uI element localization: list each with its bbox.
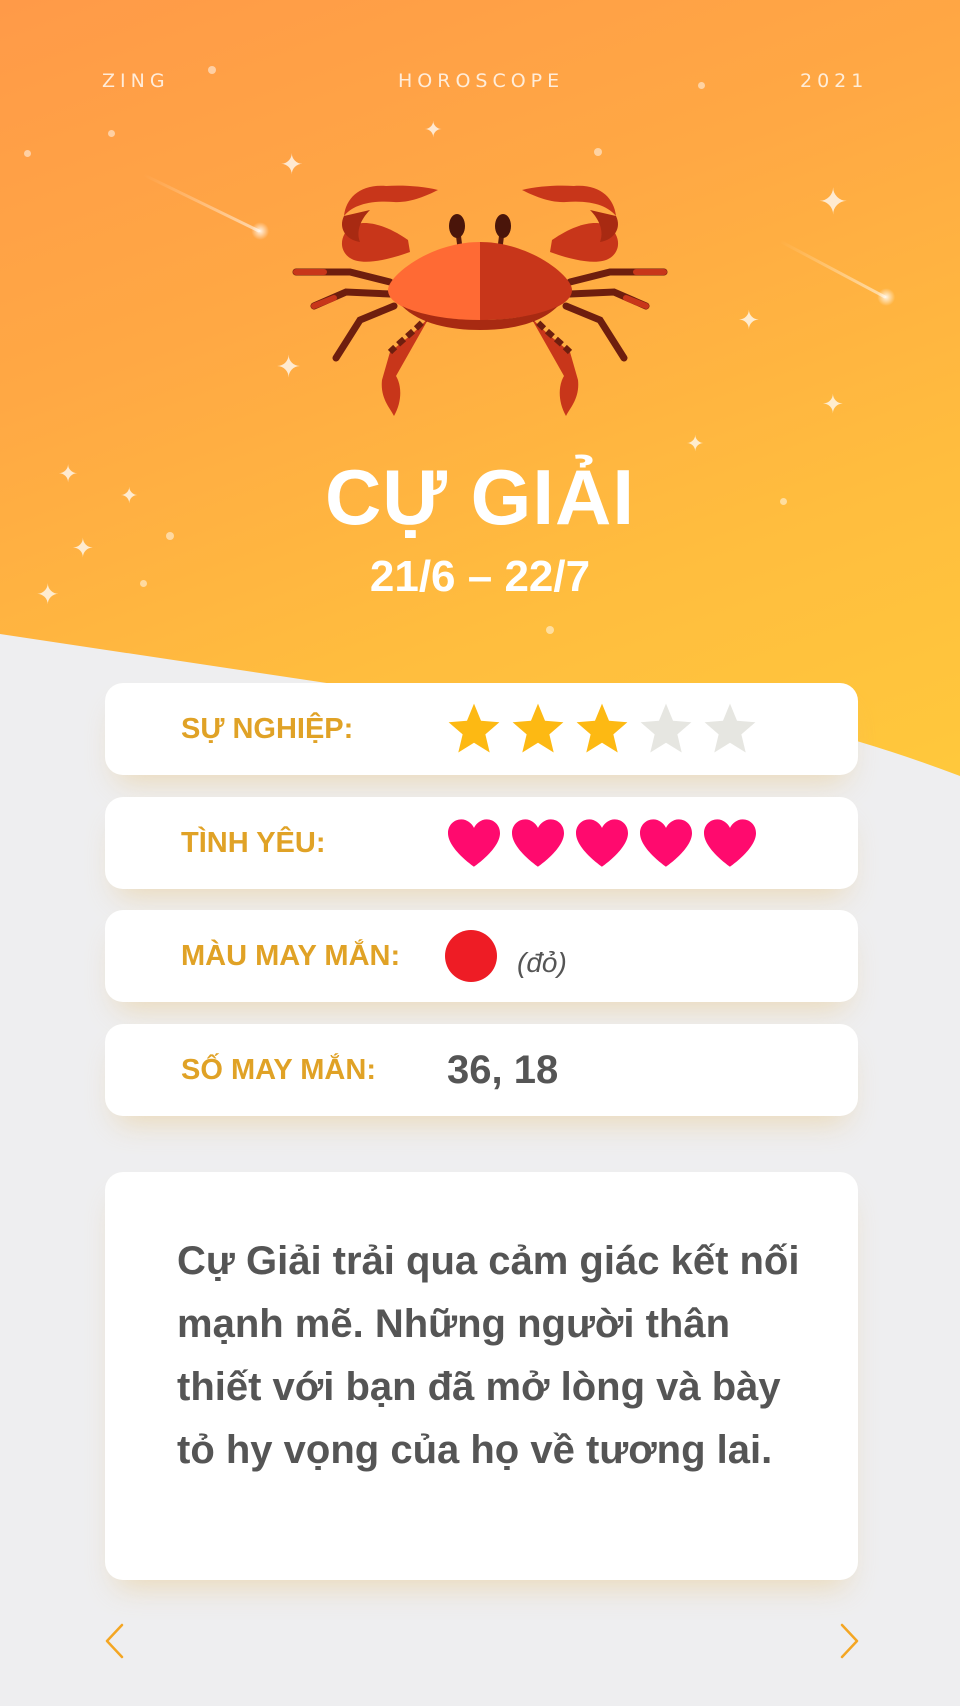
lucky-color-card: MÀU MAY MẮN: (đỏ) [105, 910, 858, 1002]
chevron-left-icon[interactable] [102, 1622, 126, 1660]
chevron-right-icon[interactable] [838, 1622, 862, 1660]
star-empty-icon [704, 703, 756, 753]
heart-icon [704, 819, 756, 867]
career-label: SỰ NGHIỆP: [181, 713, 354, 745]
star-filled-icon [448, 703, 500, 753]
section-label: HOROSCOPE [398, 70, 565, 92]
description-text: Cự Giải trải qua cảm giác kết nối mạnh m… [177, 1239, 800, 1472]
love-rating [445, 797, 765, 889]
lucky-number-label: SỐ MAY MẮN: [181, 1054, 376, 1086]
crab-icon [292, 185, 668, 416]
heart-icon [640, 819, 692, 867]
description-card: Cự Giải trải qua cảm giác kết nối mạnh m… [105, 1172, 858, 1580]
lucky-color-name: (đỏ) [517, 947, 567, 978]
heart-icon [576, 819, 628, 867]
right-claw [522, 185, 619, 262]
brand-label: ZING [102, 70, 170, 92]
love-card: TÌNH YÊU: [105, 797, 858, 889]
lucky-color-swatch [445, 930, 497, 982]
sign-dates: 21/6 – 22/7 [369, 552, 591, 601]
lucky-numbers: 36, 18 [447, 1047, 559, 1092]
year-label: 2021 [800, 70, 869, 92]
left-claw [341, 185, 438, 262]
love-label: TÌNH YÊU: [181, 827, 326, 859]
heart-icon [448, 819, 500, 867]
heart-icon [512, 819, 564, 867]
lucky-color-value: (đỏ) [445, 910, 567, 1002]
lucky-color-label: MÀU MAY MẮN: [181, 940, 401, 972]
sign-title: CỰ GIẢI [324, 453, 636, 541]
top-bar: ZING HOROSCOPE 2021 [0, 70, 960, 94]
lucky-number-card: SỐ MAY MẮN: 36, 18 [105, 1024, 858, 1116]
career-rating [445, 683, 765, 775]
lucky-number-value: 36, 18 [447, 1024, 558, 1116]
career-card: SỰ NGHIỆP: [105, 683, 858, 775]
star-empty-icon [640, 703, 692, 753]
star-filled-icon [576, 703, 628, 753]
star-filled-icon [512, 703, 564, 753]
